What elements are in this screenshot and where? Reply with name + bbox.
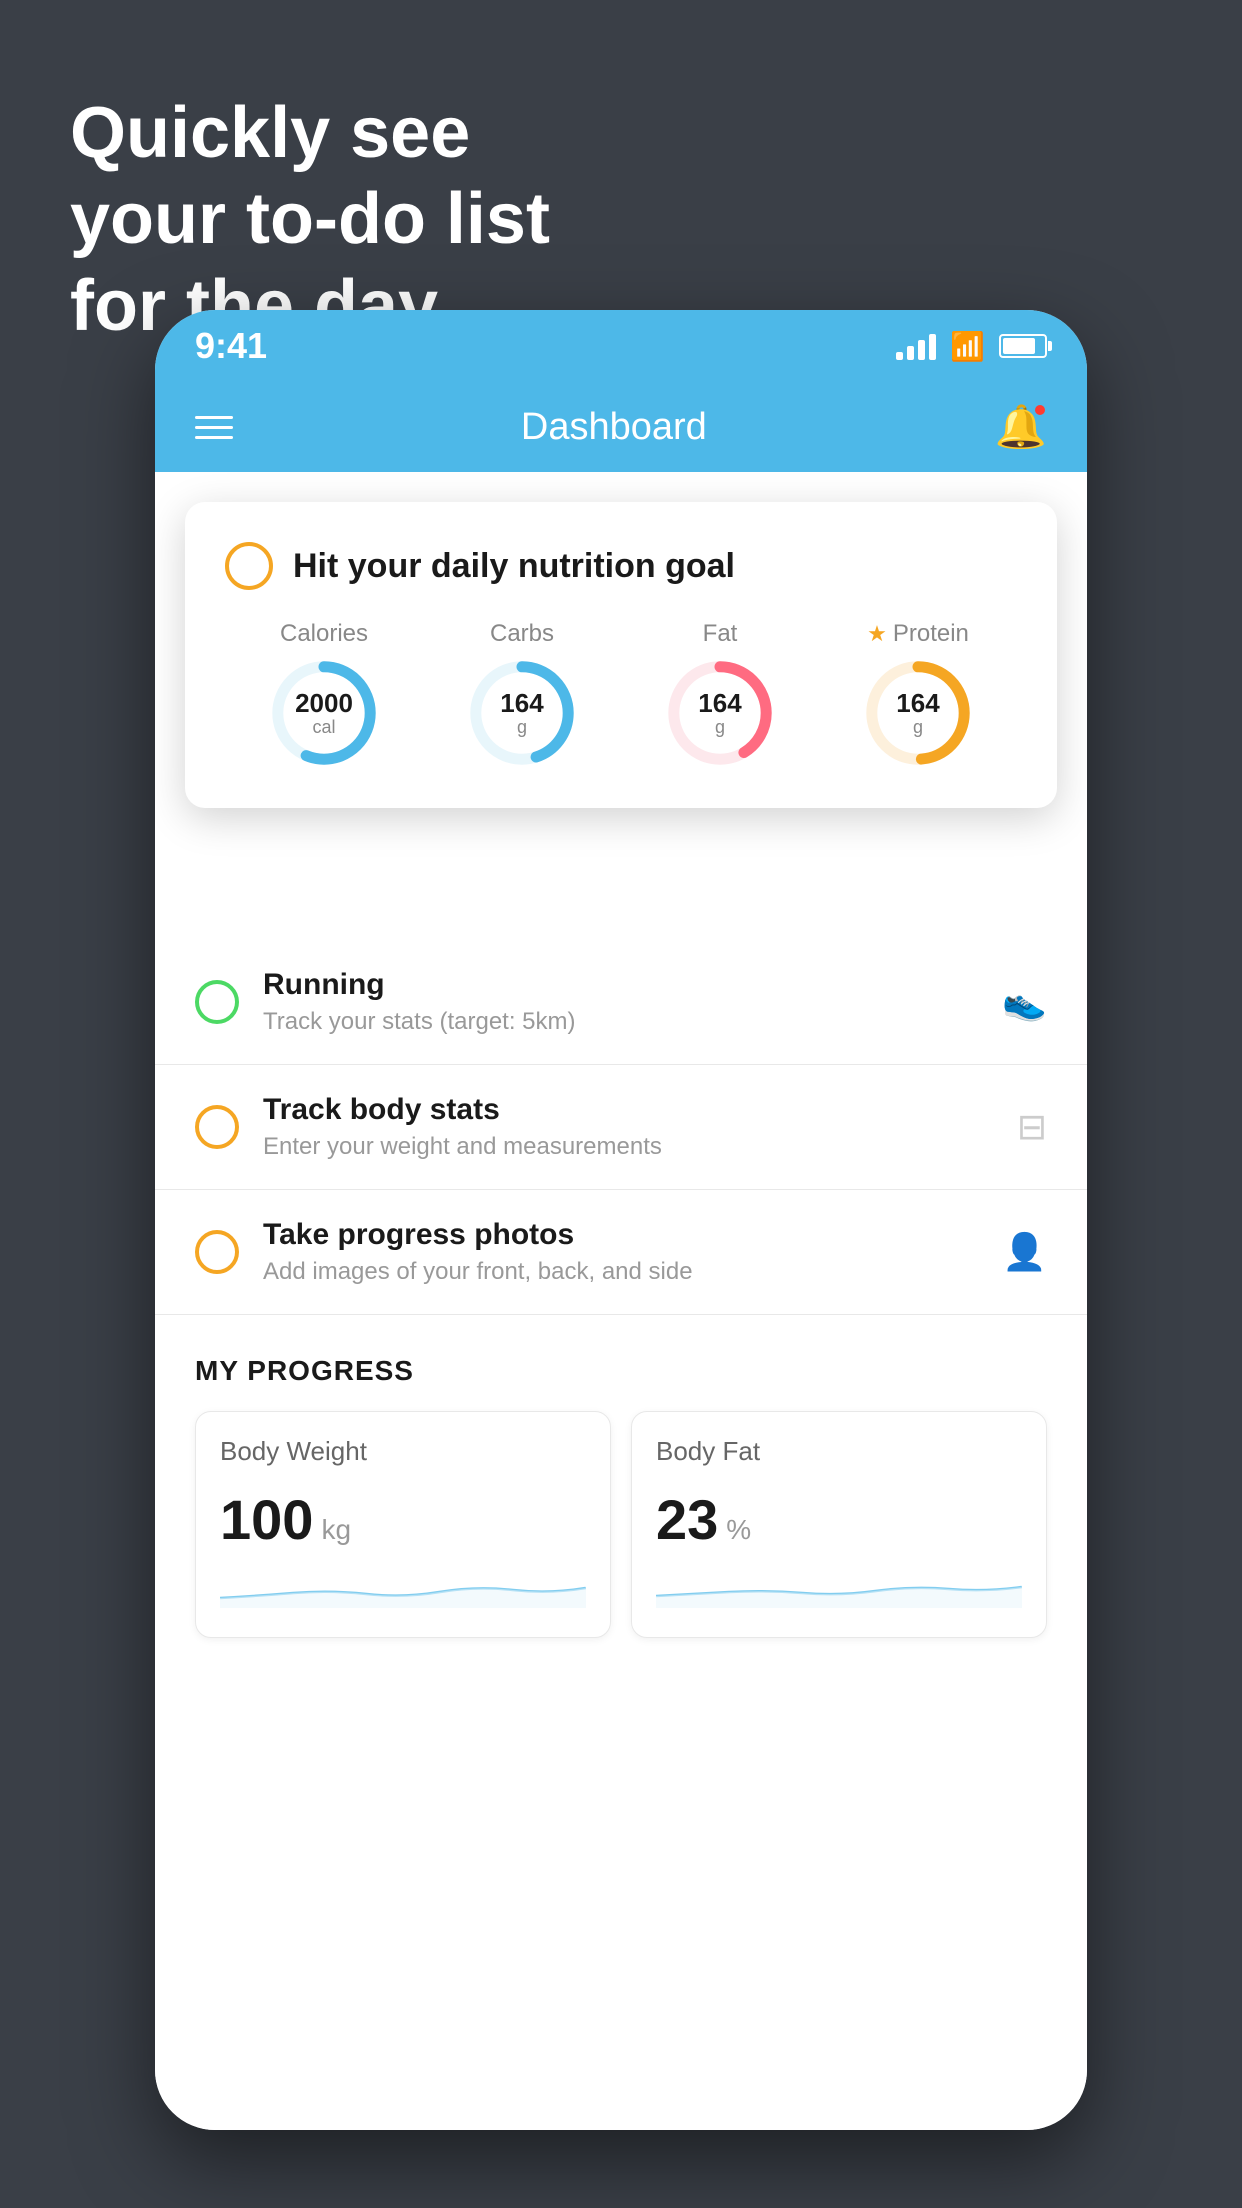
body-weight-unit: kg [321, 1514, 351, 1546]
body-fat-num: 23 [656, 1487, 718, 1552]
calories-item: Calories 2000 cal [269, 620, 379, 768]
body-fat-value: 23 % [656, 1487, 1022, 1552]
progress-header: MY PROGRESS [195, 1355, 1047, 1387]
fat-label: Fat [703, 620, 738, 648]
list-item[interactable]: Take progress photos Add images of your … [155, 1190, 1087, 1315]
protein-chart: 164 g [863, 658, 973, 768]
signal-icon [896, 332, 936, 360]
body-fat-sparkline [656, 1568, 1022, 1608]
body-fat-card[interactable]: Body Fat 23 % [631, 1411, 1047, 1638]
body-stats-icon: ⊟ [1017, 1106, 1047, 1148]
calories-value: 2000 [295, 689, 353, 718]
photos-info: Take progress photos Add images of your … [263, 1218, 978, 1286]
nutrition-card: Hit your daily nutrition goal Calories 2… [185, 502, 1057, 808]
status-bar: 9:41 📶 [155, 310, 1087, 382]
nutrition-card-title-row: Hit your daily nutrition goal [225, 542, 1017, 590]
carbs-label: Carbs [490, 620, 554, 648]
carbs-value: 164 [500, 689, 543, 718]
protein-value: 164 [896, 689, 939, 718]
fat-chart: 164 g [665, 658, 775, 768]
photos-checkbox[interactable] [195, 1230, 239, 1274]
running-icon: 👟 [1002, 981, 1047, 1023]
body-weight-title: Body Weight [220, 1436, 586, 1467]
body-fat-unit: % [726, 1514, 751, 1546]
calories-chart: 2000 cal [269, 658, 379, 768]
protein-item: ★ Protein 164 g [863, 620, 973, 768]
running-info: Running Track your stats (target: 5km) [263, 968, 978, 1036]
body-stats-name: Track body stats [263, 1093, 993, 1127]
app-content: THINGS TO DO TODAY Hit your daily nutrit… [155, 472, 1087, 2130]
fat-unit: g [698, 717, 741, 737]
carbs-chart: 164 g [467, 658, 577, 768]
menu-button[interactable] [195, 416, 233, 439]
nav-title: Dashboard [521, 406, 707, 449]
protein-label: ★ Protein [867, 620, 969, 648]
phone-mockup: 9:41 📶 Dashboard 🔔 TH [155, 310, 1087, 2130]
body-stats-checkbox[interactable] [195, 1105, 239, 1149]
star-icon: ★ [867, 621, 887, 647]
nav-bar: Dashboard 🔔 [155, 382, 1087, 472]
notification-badge [1033, 403, 1047, 417]
todo-list: Running Track your stats (target: 5km) 👟… [155, 940, 1087, 1315]
running-name: Running [263, 968, 978, 1002]
body-stats-sub: Enter your weight and measurements [263, 1133, 993, 1161]
battery-icon [999, 334, 1047, 358]
calories-label: Calories [280, 620, 368, 648]
status-icons: 📶 [896, 330, 1047, 363]
list-item[interactable]: Running Track your stats (target: 5km) 👟 [155, 940, 1087, 1065]
body-weight-num: 100 [220, 1487, 313, 1552]
list-item[interactable]: Track body stats Enter your weight and m… [155, 1065, 1087, 1190]
carbs-item: Carbs 164 g [467, 620, 577, 768]
carbs-unit: g [500, 717, 543, 737]
notification-button[interactable]: 🔔 [995, 403, 1047, 452]
body-weight-card[interactable]: Body Weight 100 kg [195, 1411, 611, 1638]
nutrition-row: Calories 2000 cal Carbs [225, 620, 1017, 768]
body-weight-sparkline [220, 1568, 586, 1608]
body-stats-info: Track body stats Enter your weight and m… [263, 1093, 993, 1161]
photos-icon: 👤 [1002, 1231, 1047, 1273]
body-fat-title: Body Fat [656, 1436, 1022, 1467]
nutrition-checkbox[interactable] [225, 542, 273, 590]
fat-item: Fat 164 g [665, 620, 775, 768]
status-time: 9:41 [195, 325, 267, 367]
progress-cards: Body Weight 100 kg Body Fat 23 % [195, 1411, 1047, 1638]
wifi-icon: 📶 [950, 330, 985, 363]
fat-value: 164 [698, 689, 741, 718]
progress-section: MY PROGRESS Body Weight 100 kg Body Fat [155, 1315, 1087, 1658]
running-checkbox[interactable] [195, 980, 239, 1024]
body-weight-value: 100 kg [220, 1487, 586, 1552]
photos-sub: Add images of your front, back, and side [263, 1258, 978, 1286]
nutrition-card-title: Hit your daily nutrition goal [293, 547, 735, 586]
calories-unit: cal [295, 717, 353, 737]
running-sub: Track your stats (target: 5km) [263, 1008, 978, 1036]
photos-name: Take progress photos [263, 1218, 978, 1252]
protein-unit: g [896, 717, 939, 737]
